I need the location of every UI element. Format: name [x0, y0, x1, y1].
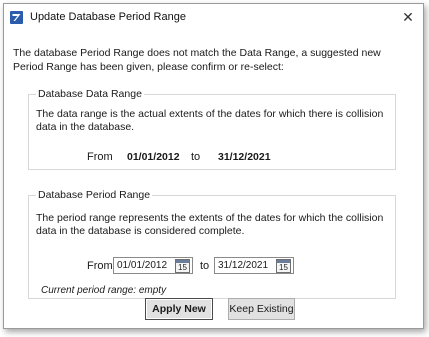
update-period-range-dialog: Update Database Period Range ✕ The datab… [3, 3, 424, 329]
data-range-legend: Database Data Range [38, 88, 142, 100]
period-range-description: The period range represents the extents … [36, 212, 384, 237]
mismatch-message: The database Period Range does not match… [13, 47, 381, 73]
period-from-date-picker[interactable]: 01/01/2012 15 [113, 257, 193, 274]
calendar-day-number: 15 [178, 263, 187, 272]
period-from-value: 01/01/2012 [117, 260, 168, 271]
keep-existing-button[interactable]: Keep Existing [228, 298, 295, 320]
close-button[interactable]: ✕ [399, 8, 417, 26]
data-range-description: The data range is the actual extents of … [36, 108, 384, 133]
period-to-date-picker[interactable]: 31/12/2021 15 [214, 257, 294, 274]
period-to-value: 31/12/2021 [218, 260, 269, 271]
calendar-day-number: 15 [279, 263, 288, 272]
data-range-from-value: 01/01/2012 [127, 151, 180, 163]
apply-new-button[interactable]: Apply New [145, 298, 213, 320]
current-period-range: Current period range: empty [41, 285, 167, 296]
app-logo-icon [10, 10, 23, 24]
period-range-from-label: From [87, 260, 113, 272]
data-range-to-label: to [191, 151, 201, 163]
calendar-icon[interactable]: 15 [276, 259, 291, 273]
data-range-to-value: 31/12/2021 [218, 151, 271, 163]
close-icon: ✕ [402, 8, 414, 25]
calendar-icon[interactable]: 15 [175, 259, 190, 273]
data-range-group: Database Data Range The data range is th… [28, 88, 396, 170]
period-range-legend: Database Period Range [38, 189, 151, 201]
window-title: Update Database Period Range [30, 11, 186, 23]
period-range-to-label: to [200, 260, 210, 272]
title-bar: Update Database Period Range ✕ [4, 4, 423, 30]
period-range-group: Database Period Range The period range r… [28, 189, 396, 299]
data-range-from-label: From [87, 151, 113, 163]
